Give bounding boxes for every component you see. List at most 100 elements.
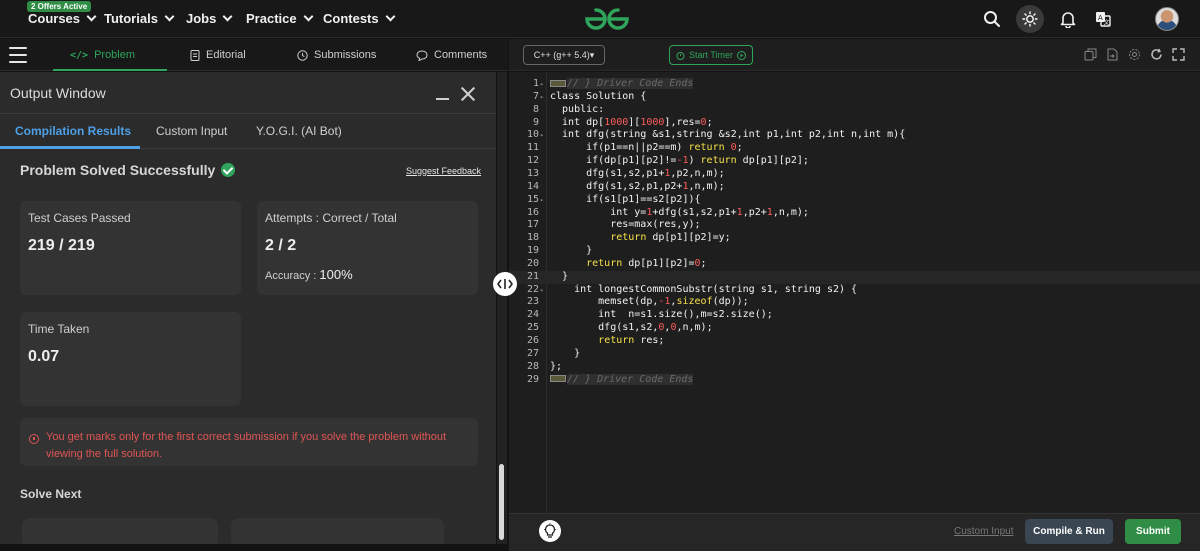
code-line[interactable]: 21 }: [509, 270, 1200, 284]
active-tab-indicator: [0, 146, 140, 149]
info-icon: [29, 434, 39, 444]
attempts-card: Attempts : Correct / Total 2 / 2 Accurac…: [257, 201, 478, 295]
next-problem-card[interactable]: [231, 518, 444, 544]
code-line[interactable]: 25 dfg(s1,s2,0,0,n,m);: [509, 322, 1200, 335]
code-line[interactable]: 24 int n=s1.size(),m=s2.size();: [509, 309, 1200, 322]
tab-submissions-label: Submissions: [314, 49, 377, 61]
code-line[interactable]: 8 public:: [509, 104, 1200, 117]
fold-arrow-icon[interactable]: ▸: [540, 129, 544, 142]
time-taken-card: Time Taken 0.07: [20, 312, 241, 406]
avatar[interactable]: [1155, 7, 1179, 31]
code-text: return res;: [598, 335, 665, 346]
nav-jobs[interactable]: Jobs: [186, 11, 233, 26]
lightbulb-hint-icon[interactable]: [539, 520, 561, 542]
output-scrollbar[interactable]: [497, 72, 507, 544]
code-line[interactable]: 1 ▸ // } Driver Code Ends: [509, 78, 1200, 91]
code-line[interactable]: 13 dfg(s1,s2,p1+1,p2,n,m);: [509, 168, 1200, 181]
nav-tutorials[interactable]: Tutorials: [104, 11, 175, 26]
scroll-thumb[interactable]: [499, 464, 504, 540]
start-timer-button[interactable]: Start Timer: [669, 45, 753, 65]
fold-arrow-icon[interactable]: ▸: [540, 284, 544, 297]
fold-arrow-icon[interactable]: ▸: [540, 91, 544, 104]
code-line[interactable]: 18 return dp[p1][p2]=y;: [509, 232, 1200, 245]
code-text: dfg(s1,s2,0,0,n,m);: [550, 322, 713, 334]
tab-problem-label: Problem: [94, 49, 136, 61]
tab-compilation-results[interactable]: Compilation Results: [15, 124, 131, 138]
folded-region-marker[interactable]: [550, 79, 566, 87]
nav-practice[interactable]: Practice: [246, 11, 314, 26]
code-line[interactable]: 16 int y=1+dfg(s1,s2,p1+1,p2+1,n,m);: [509, 207, 1200, 220]
tab-custom-input[interactable]: Custom Input: [156, 124, 227, 138]
folded-region-marker[interactable]: [550, 375, 566, 383]
gfg-logo[interactable]: [583, 6, 631, 32]
settings-icon[interactable]: [1128, 48, 1141, 61]
code-line[interactable]: 12 if(dp[p1][p2]!=-1) return dp[p1][p2];: [509, 155, 1200, 168]
line-number: 26: [526, 335, 539, 346]
tab-comments[interactable]: Comments: [416, 39, 487, 71]
tab-editorial[interactable]: Editorial: [190, 39, 246, 71]
clock-icon: [297, 49, 308, 61]
line-number: 11: [526, 142, 539, 154]
code-text: return dp[p1][p2]=y;: [610, 232, 731, 244]
tab-yogi-ai-bot[interactable]: Y.O.G.I. (AI Bot): [256, 124, 342, 138]
editor-action-bar: Custom Input Compile & Run Submit: [509, 513, 1200, 551]
line-number: 27: [526, 347, 539, 359]
code-text: if(p1==n||p2==m) return 0;: [550, 142, 743, 154]
fold-arrow-icon[interactable]: ▸: [540, 194, 544, 207]
submit-button[interactable]: Submit: [1125, 519, 1181, 544]
fullscreen-icon[interactable]: [1172, 48, 1185, 61]
code-line[interactable]: 11 if(p1==n||p2==m) return 0;: [509, 142, 1200, 155]
suggest-feedback-link[interactable]: Suggest Feedback: [406, 166, 481, 176]
translate-icon[interactable]: A文: [1092, 8, 1114, 30]
language-select[interactable]: C++ (g++ 5.4) ▾: [523, 45, 605, 65]
code-line[interactable]: 9 int dp[1000][1000],res=0;: [509, 117, 1200, 130]
code-line[interactable]: 20 return dp[p1][p2]=0;: [509, 258, 1200, 271]
next-problem-card[interactable]: [22, 518, 218, 544]
code-text: int n=s1.size(),m=s2.size();: [550, 309, 773, 321]
code-line[interactable]: 19 }: [509, 245, 1200, 258]
panel-resize-handle[interactable]: [493, 272, 517, 296]
custom-input-link[interactable]: Custom Input: [954, 526, 1013, 537]
code-line[interactable]: 14 dfg(s1,s2,p1,p2+1,n,m);: [509, 181, 1200, 194]
comment-icon: [416, 49, 428, 61]
tab-problem[interactable]: </> Problem: [52, 39, 168, 71]
nav-contests[interactable]: Contests: [323, 11, 396, 26]
tab-submissions[interactable]: Submissions: [297, 39, 376, 71]
code-line[interactable]: 7 ▸ class Solution {: [509, 91, 1200, 104]
theme-toggle-icon[interactable]: [1016, 5, 1044, 33]
nav-courses[interactable]: Courses: [28, 11, 97, 26]
line-number: 17: [526, 219, 539, 231]
dropdown-arrow-icon: ▾: [589, 49, 595, 60]
code-line[interactable]: 15 ▸ if(s1[p1]==s2[p2]){: [509, 194, 1200, 207]
chevron-down-icon: [86, 11, 97, 22]
file-import-icon[interactable]: [1106, 48, 1119, 61]
tab-editorial-label: Editorial: [206, 49, 246, 61]
code-editor[interactable]: 1 ▸// } Driver Code Ends 7 ▸ class Solution …: [509, 72, 1200, 513]
code-text: int dp[1000][1000],res=0;: [550, 116, 713, 128]
chevron-down-icon: [222, 11, 233, 22]
line-number: 25: [526, 322, 539, 334]
menu-icon[interactable]: [9, 47, 27, 63]
close-icon[interactable]: [460, 86, 476, 102]
code-line[interactable]: 10 ▸ int dfg(string &s1,string &s2,int p1…: [509, 129, 1200, 142]
reset-icon[interactable]: [1150, 48, 1163, 61]
code-line[interactable]: 17 res=max(res,y);: [509, 219, 1200, 232]
code-line[interactable]: 29 // } Driver Code Ends: [509, 373, 1200, 387]
code-line[interactable]: 23 memset(dp,-1,sizeof(dp));: [509, 296, 1200, 309]
search-icon[interactable]: [981, 8, 1003, 30]
code-line[interactable]: 28};: [509, 361, 1200, 374]
bell-icon[interactable]: [1057, 8, 1079, 30]
copy-icon[interactable]: [1084, 48, 1097, 61]
line-number: 19: [526, 245, 539, 257]
minimize-icon[interactable]: [436, 98, 449, 100]
code-text: }: [550, 347, 581, 359]
line-number: 24: [526, 309, 539, 321]
code-text: public:: [550, 103, 605, 115]
compile-run-button[interactable]: Compile & Run: [1025, 519, 1113, 544]
code-line[interactable]: 27 }: [509, 348, 1200, 361]
editor-toolbar: C++ (g++ 5.4) ▾ Start Timer: [509, 39, 1200, 71]
code-text: res=max(res,y);: [550, 219, 701, 231]
code-line[interactable]: 26 return res;: [509, 335, 1200, 348]
fold-arrow-icon[interactable]: ▸: [540, 78, 544, 91]
code-line[interactable]: 22 ▸ int longestCommonSubstr(string s1, s…: [509, 284, 1200, 297]
